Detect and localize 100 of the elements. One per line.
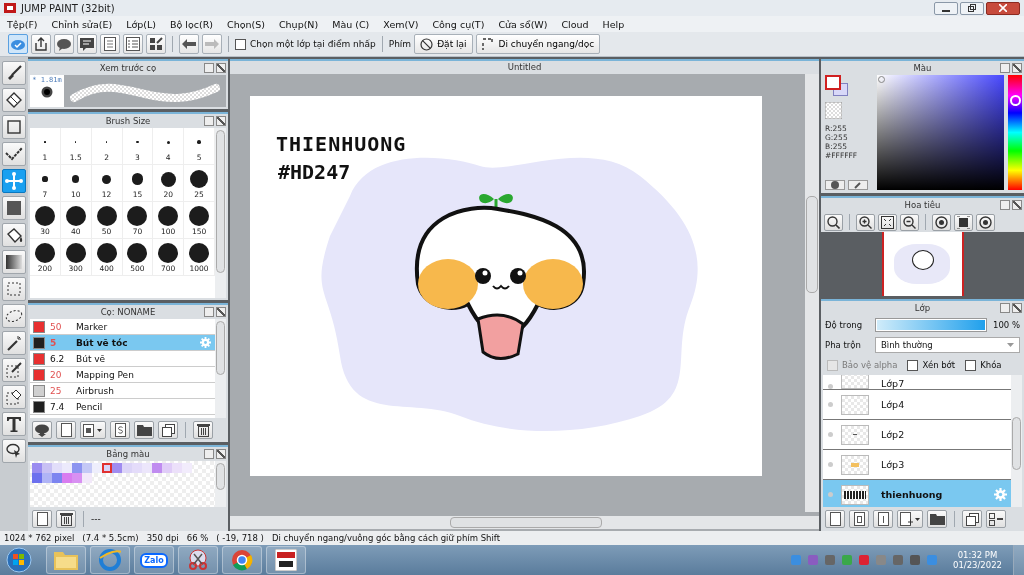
menu-item[interactable]: Chỉnh sửa(E) xyxy=(44,18,120,30)
brush-list-item[interactable]: 6.2 Bút vẽ xyxy=(30,351,215,367)
palette-swatch[interactable] xyxy=(162,463,172,473)
checkbox[interactable] xyxy=(965,359,977,371)
palette-swatch[interactable] xyxy=(82,473,92,483)
menu-item[interactable]: Cloud xyxy=(554,18,596,30)
tool-button[interactable] xyxy=(2,412,26,436)
delete-button[interactable] xyxy=(56,510,76,528)
panel-close-button[interactable] xyxy=(216,116,226,126)
palette-swatch[interactable] xyxy=(72,473,82,483)
hue-slider-thumb[interactable] xyxy=(1010,95,1021,107)
visibility-dot[interactable] xyxy=(828,384,833,389)
palette-swatch[interactable] xyxy=(112,463,122,473)
fg-bg-color-icon[interactable] xyxy=(825,75,849,97)
taskbar-app[interactable]: Zalo xyxy=(134,546,174,574)
toolbar-button[interactable] xyxy=(31,34,51,54)
fit-screen-button[interactable] xyxy=(878,213,897,231)
visibility-dot[interactable] xyxy=(828,492,833,497)
panel-close-button[interactable] xyxy=(216,449,226,459)
menu-item[interactable]: Chụp(N) xyxy=(271,18,326,30)
palette-swatch[interactable] xyxy=(62,473,72,483)
color-wheel-button[interactable] xyxy=(825,180,845,190)
minimize-button[interactable] xyxy=(934,1,958,15)
undock-button[interactable] xyxy=(204,63,214,73)
menu-item[interactable]: Xem(V) xyxy=(376,18,426,30)
undo-button[interactable] xyxy=(179,34,199,54)
rotate-right-button[interactable] xyxy=(976,213,995,231)
panel-close-button[interactable] xyxy=(1012,200,1022,210)
scrollbar[interactable] xyxy=(215,461,226,507)
palette-swatch[interactable] xyxy=(102,463,112,473)
visibility-dot[interactable] xyxy=(828,432,833,437)
toolbar-button[interactable] xyxy=(146,34,166,54)
undock-button[interactable] xyxy=(204,307,214,317)
checkbox[interactable] xyxy=(235,38,246,50)
tool-button[interactable] xyxy=(2,223,26,247)
undock-button[interactable] xyxy=(204,116,214,126)
zoom-out-button[interactable] xyxy=(900,213,919,231)
menu-item[interactable]: Công cụ(T) xyxy=(425,18,492,30)
palette-swatch[interactable] xyxy=(32,463,42,473)
folder-button[interactable] xyxy=(927,510,947,528)
new-1bit-layer-button[interactable] xyxy=(873,510,893,528)
undock-button[interactable] xyxy=(1000,200,1010,210)
tray-icon[interactable] xyxy=(909,554,921,566)
palette-swatch[interactable] xyxy=(132,463,142,473)
palette-swatch[interactable] xyxy=(182,463,192,473)
maximize-button[interactable] xyxy=(960,1,984,15)
reset-button[interactable]: Đặt lại xyxy=(414,34,473,54)
tool-button[interactable] xyxy=(2,250,26,274)
tool-button[interactable] xyxy=(2,196,26,220)
menu-item[interactable]: Màu (C) xyxy=(325,18,377,30)
tool-button[interactable] xyxy=(2,115,26,139)
palette-swatch[interactable] xyxy=(172,463,182,473)
zoom-in-button[interactable] xyxy=(856,213,875,231)
visibility-dot[interactable] xyxy=(828,462,833,467)
flip-button[interactable] xyxy=(954,213,973,231)
scrollbar[interactable] xyxy=(805,74,819,512)
brush-list-item[interactable]: 20 Mapping Pen xyxy=(30,367,215,383)
palette-swatch[interactable] xyxy=(72,463,82,473)
toolbar-button[interactable] xyxy=(54,34,74,54)
checkbox[interactable] xyxy=(907,359,919,371)
document-tab[interactable]: Untitled xyxy=(230,59,819,74)
toolbar-button[interactable] xyxy=(123,34,143,54)
close-button[interactable] xyxy=(986,1,1020,15)
tool-button[interactable] xyxy=(2,142,26,166)
layer-item[interactable]: Lớp7 xyxy=(823,375,1011,390)
panel-close-button[interactable] xyxy=(1012,303,1022,313)
delete-button[interactable] xyxy=(193,421,213,439)
brush-type-dropdown[interactable] xyxy=(80,421,106,439)
menu-item[interactable]: Bộ lọc(R) xyxy=(162,18,220,30)
menu-item[interactable]: Chọn(S) xyxy=(220,18,272,30)
panel-close-button[interactable] xyxy=(1012,63,1022,73)
toolbar-button[interactable] xyxy=(77,34,97,54)
palette-swatch[interactable] xyxy=(42,473,52,483)
folder-button[interactable] xyxy=(134,421,154,439)
merge-button[interactable] xyxy=(986,510,1006,528)
blend-mode-dropdown[interactable]: Bình thường xyxy=(875,337,1020,353)
palette-swatch[interactable] xyxy=(32,473,42,483)
new-layer-button[interactable] xyxy=(825,510,845,528)
rotate-left-button[interactable] xyxy=(932,213,951,231)
script-button[interactable] xyxy=(110,421,130,439)
transparent-color-icon[interactable] xyxy=(825,102,842,119)
palette-swatch[interactable] xyxy=(42,463,52,473)
color-picker-square[interactable] xyxy=(877,75,1004,190)
palette-swatch[interactable] xyxy=(152,463,162,473)
add-layer-dropdown[interactable] xyxy=(897,510,923,528)
toolbar-button[interactable] xyxy=(100,34,120,54)
eyedropper-button[interactable] xyxy=(848,180,868,190)
brush-list-item[interactable]: 25 Airbrush xyxy=(30,383,215,399)
visibility-dot[interactable] xyxy=(828,402,833,407)
undock-button[interactable] xyxy=(1000,63,1010,73)
cloud-download-button[interactable] xyxy=(32,421,52,439)
menu-item[interactable]: Cửa sổ(W) xyxy=(491,18,555,30)
palette-swatch[interactable] xyxy=(52,473,62,483)
move-mode-button[interactable]: Di chuyển ngang/dọc xyxy=(475,34,601,54)
duplicate-button[interactable] xyxy=(158,421,178,439)
new-swatch-button[interactable] xyxy=(32,510,52,528)
tool-button[interactable] xyxy=(2,385,26,409)
start-button[interactable] xyxy=(6,547,32,573)
scrollbar[interactable] xyxy=(1011,375,1022,507)
palette-swatch[interactable] xyxy=(142,463,152,473)
